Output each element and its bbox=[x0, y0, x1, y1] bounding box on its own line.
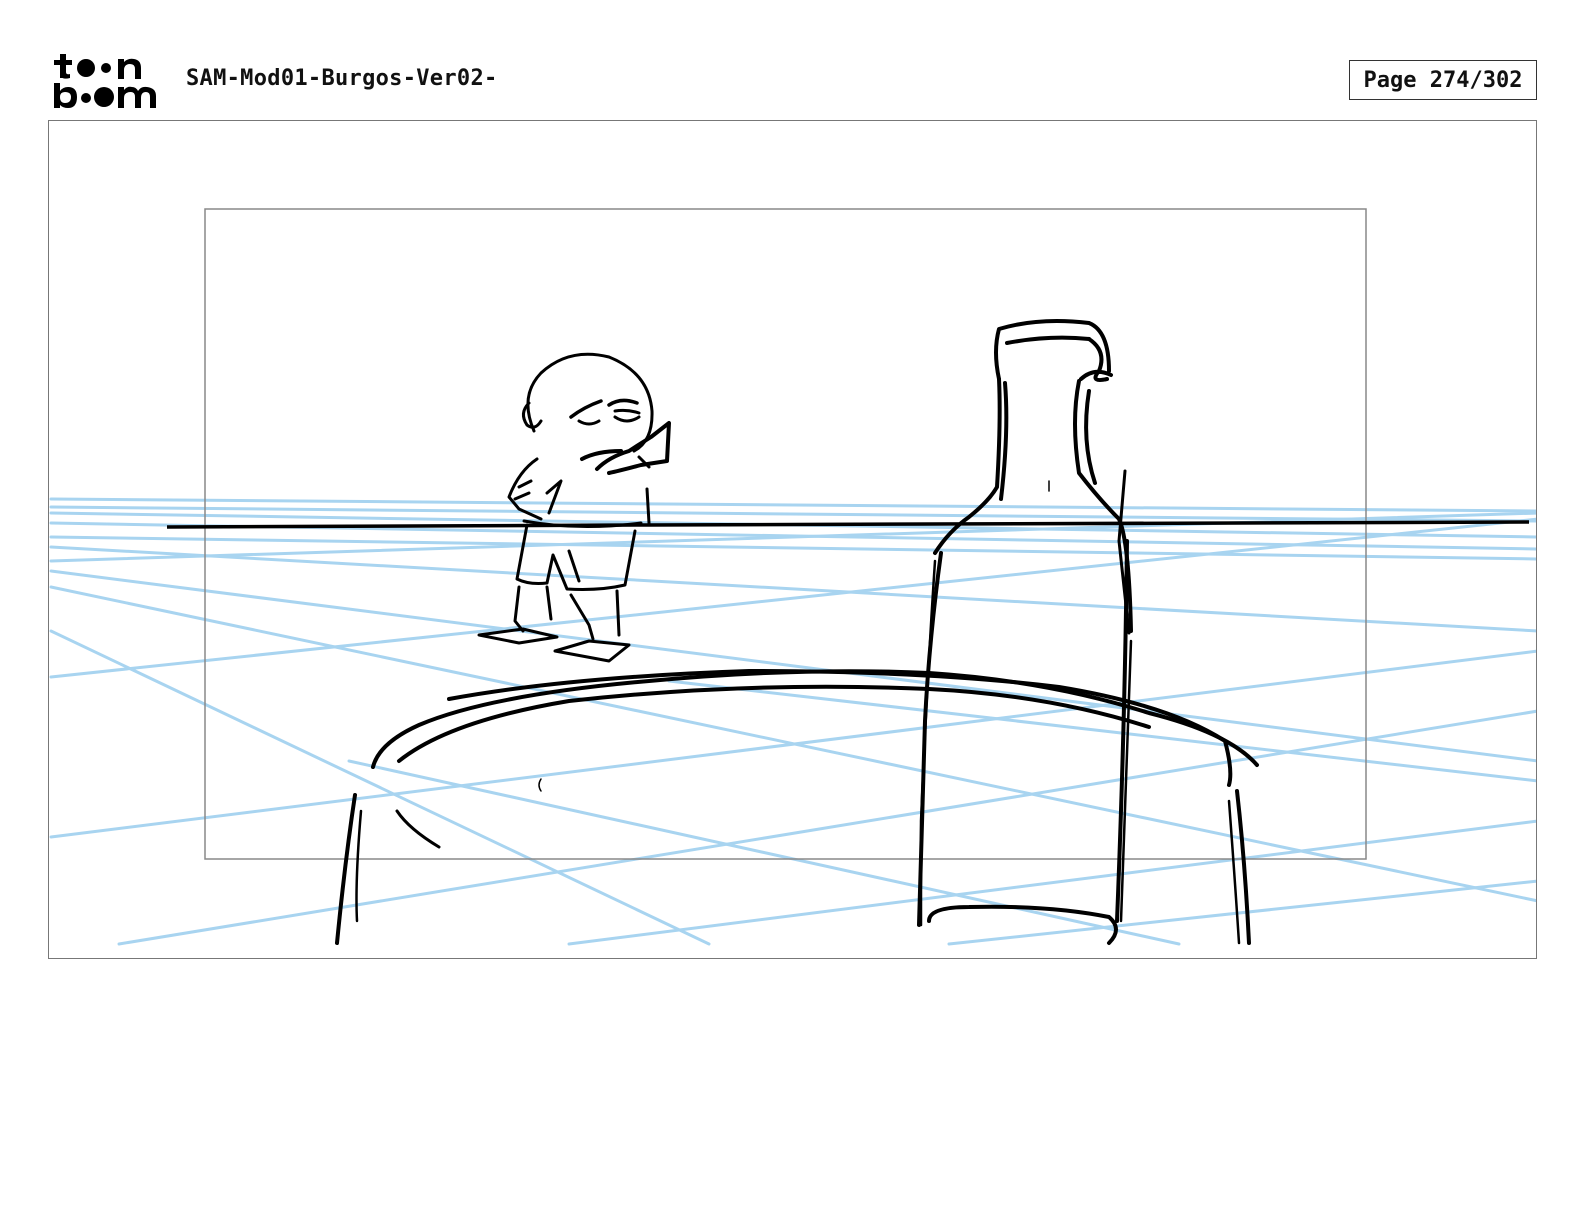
bottle-sketch bbox=[917, 319, 1133, 945]
perspective-guides bbox=[49, 497, 1536, 946]
storyboard-panel bbox=[48, 120, 1537, 959]
panel-sketch bbox=[49, 208, 1536, 946]
page-number: Page 274/302 bbox=[1363, 67, 1523, 93]
page-number-box: Page 274/302 bbox=[1349, 60, 1537, 100]
document-title: SAM-Mod01-Burgos-Ver02- bbox=[186, 66, 498, 91]
toonboom-logo bbox=[54, 54, 156, 108]
safe-frame bbox=[204, 208, 1367, 860]
